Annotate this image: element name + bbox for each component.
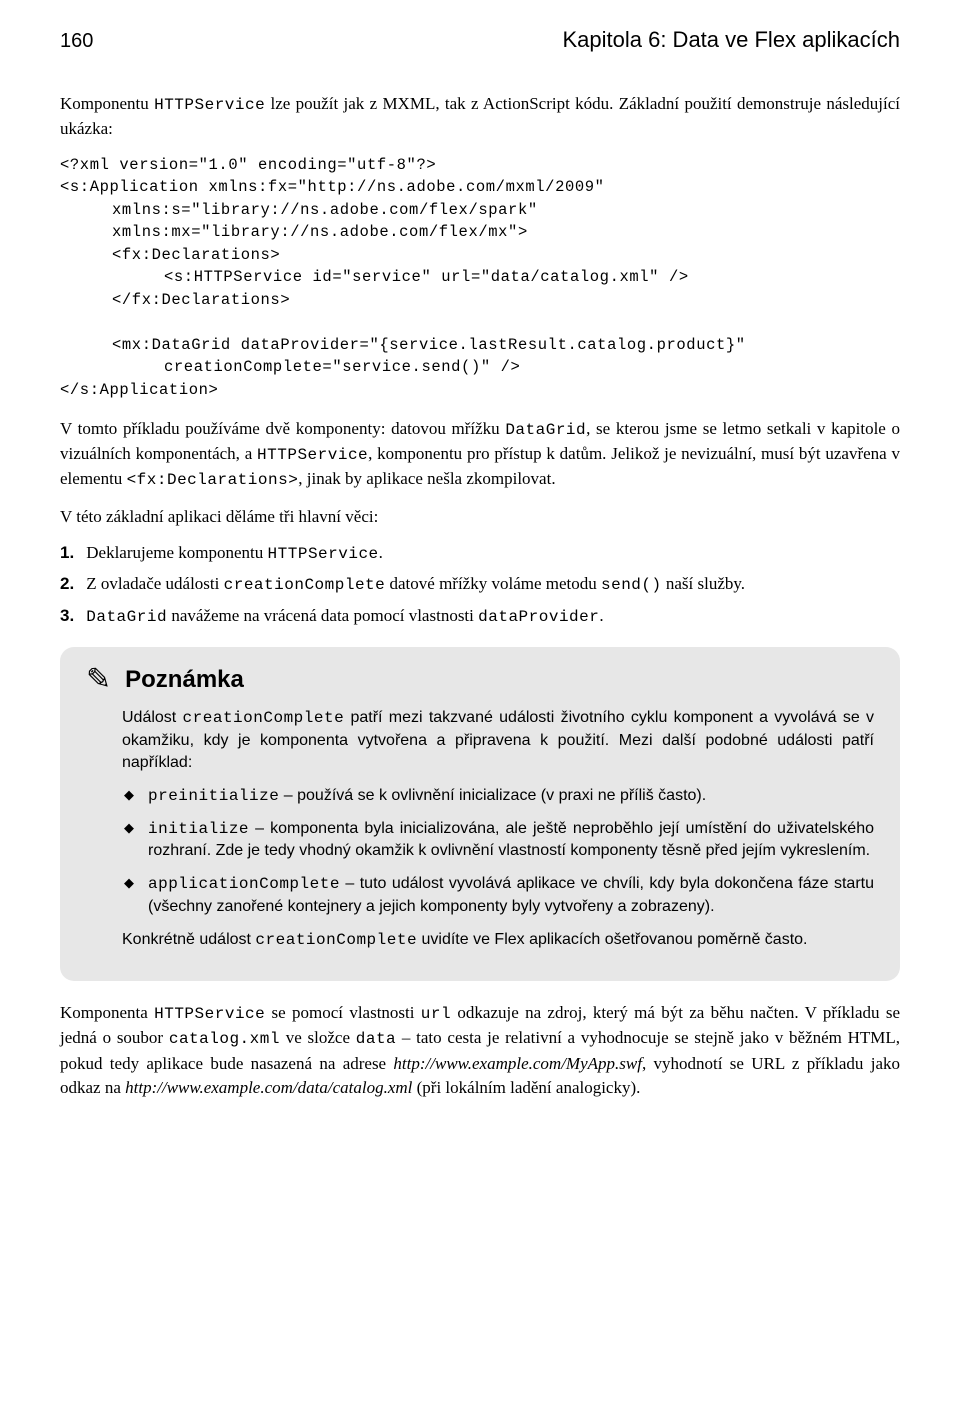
code-line: xmlns:mx="library://ns.adobe.com/flex/mx… — [60, 221, 900, 243]
url-example-2: http://www.example.com/data/catalog.xml — [125, 1078, 412, 1097]
ordered-item-2: 2. Z ovladače události creationComplete … — [60, 572, 900, 597]
code-httpservice: HTTPService — [268, 545, 379, 563]
code-line: creationComplete="service.send()" /> — [60, 356, 900, 378]
chapter-title: Kapitola 6: Data ve Flex aplikacích — [562, 24, 900, 56]
text: – komponenta byla inicializována, ale je… — [148, 820, 874, 860]
text: Komponentu — [60, 94, 154, 113]
code-line: <s:Application xmlns:fx="http://ns.adobe… — [60, 178, 605, 196]
code-creationcomplete: creationComplete — [255, 931, 417, 949]
intro-paragraph: Komponentu HTTPService lze použít jak z … — [60, 92, 900, 142]
note-paragraph-1: Událost creationComplete patří mezi takz… — [122, 707, 874, 775]
code-fxdeclarations: <fx:Declarations> — [127, 471, 299, 489]
text: Konkrétně událost — [122, 931, 255, 948]
text: V tomto příkladu používáme dvě komponent… — [60, 419, 505, 438]
code-line: </fx:Declarations> — [60, 289, 900, 311]
note-bullet-list: preinitialize – používá se k ovlivnění i… — [122, 785, 874, 919]
list-number: 2. — [60, 572, 82, 597]
code-line: <fx:Declarations> — [60, 244, 900, 266]
paragraph-4: Komponenta HTTPService se pomocí vlastno… — [60, 1001, 900, 1101]
list-number: 1. — [60, 541, 82, 566]
ordered-item-3: 3. DataGrid navážeme na vrácená data pom… — [60, 604, 900, 629]
code-httpservice: HTTPService — [154, 1005, 265, 1023]
code-data: data — [356, 1030, 396, 1048]
code-httpservice: HTTPService — [154, 96, 265, 114]
page-header: 160 Kapitola 6: Data ve Flex aplikacích — [60, 24, 900, 56]
code-url: url — [421, 1005, 451, 1023]
text: . — [599, 606, 603, 625]
text: uvidíte ve Flex aplikacích ošetřovanou p… — [417, 931, 807, 948]
text: se pomocí vlastnosti — [265, 1003, 421, 1022]
page-number: 160 — [60, 27, 93, 56]
text: Z ovladače události — [86, 574, 223, 593]
code-initialize: initialize — [148, 820, 249, 838]
note-header: ✎ Poznámka — [86, 663, 874, 697]
pencil-icon: ✎ — [86, 665, 111, 695]
text: , jinak by aplikace nešla zkompilovat. — [298, 469, 555, 488]
text: naší služby. — [662, 574, 745, 593]
code-dataprovider: dataProvider — [478, 608, 599, 626]
note-bullet-1: preinitialize – používá se k ovlivnění i… — [122, 785, 874, 808]
code-datagrid: DataGrid — [505, 421, 586, 439]
list-number: 3. — [60, 604, 82, 629]
code-block-mxml: <?xml version="1.0" encoding="utf-8"?> <… — [60, 154, 900, 401]
text: (při lokálním ladění analogicky). — [412, 1078, 640, 1097]
ordered-item-1: 1. Deklarujeme komponentu HTTPService. — [60, 541, 900, 566]
text: datové mřížky voláme metodu — [385, 574, 601, 593]
text: Komponenta — [60, 1003, 154, 1022]
note-bullet-3: applicationComplete – tuto událost vyvol… — [122, 873, 874, 918]
text: navážeme na vrácená data pomocí vlastnos… — [167, 606, 478, 625]
code-line: xmlns:s="library://ns.adobe.com/flex/spa… — [60, 199, 900, 221]
text: Deklarujeme komponentu — [86, 543, 267, 562]
note-bullet-2: initialize – komponenta byla inicializov… — [122, 818, 874, 863]
code-httpservice: HTTPService — [257, 446, 368, 464]
note-box: ✎ Poznámka Událost creationComplete patř… — [60, 647, 900, 982]
code-datagrid: DataGrid — [86, 608, 167, 626]
code-send: send() — [601, 576, 662, 594]
note-title: Poznámka — [125, 663, 244, 697]
text: . — [379, 543, 383, 562]
code-creationcomplete: creationComplete — [224, 576, 386, 594]
url-example-1: http://www.example.com/MyApp.swf — [393, 1054, 642, 1073]
code-line: <s:HTTPService id="service" url="data/ca… — [60, 266, 900, 288]
paragraph-2: V tomto příkladu používáme dvě komponent… — [60, 417, 900, 493]
code-catalogxml: catalog.xml — [169, 1030, 280, 1048]
code-applicationcomplete: applicationComplete — [148, 875, 340, 893]
note-paragraph-2: Konkrétně událost creationComplete uvidí… — [122, 929, 874, 952]
text: ve složce — [280, 1028, 356, 1047]
text: Událost — [122, 709, 183, 726]
code-line: <?xml version="1.0" encoding="utf-8"?> — [60, 156, 436, 174]
code-line: <mx:DataGrid dataProvider="{service.last… — [60, 334, 900, 356]
code-creationcomplete: creationComplete — [183, 709, 345, 727]
text: – používá se k ovlivnění inicializace (v… — [279, 787, 706, 804]
note-body: Událost creationComplete patří mezi takz… — [86, 707, 874, 951]
code-line: </s:Application> — [60, 381, 218, 399]
code-preinitialize: preinitialize — [148, 787, 279, 805]
paragraph-3: V této základní aplikaci děláme tři hlav… — [60, 505, 900, 530]
